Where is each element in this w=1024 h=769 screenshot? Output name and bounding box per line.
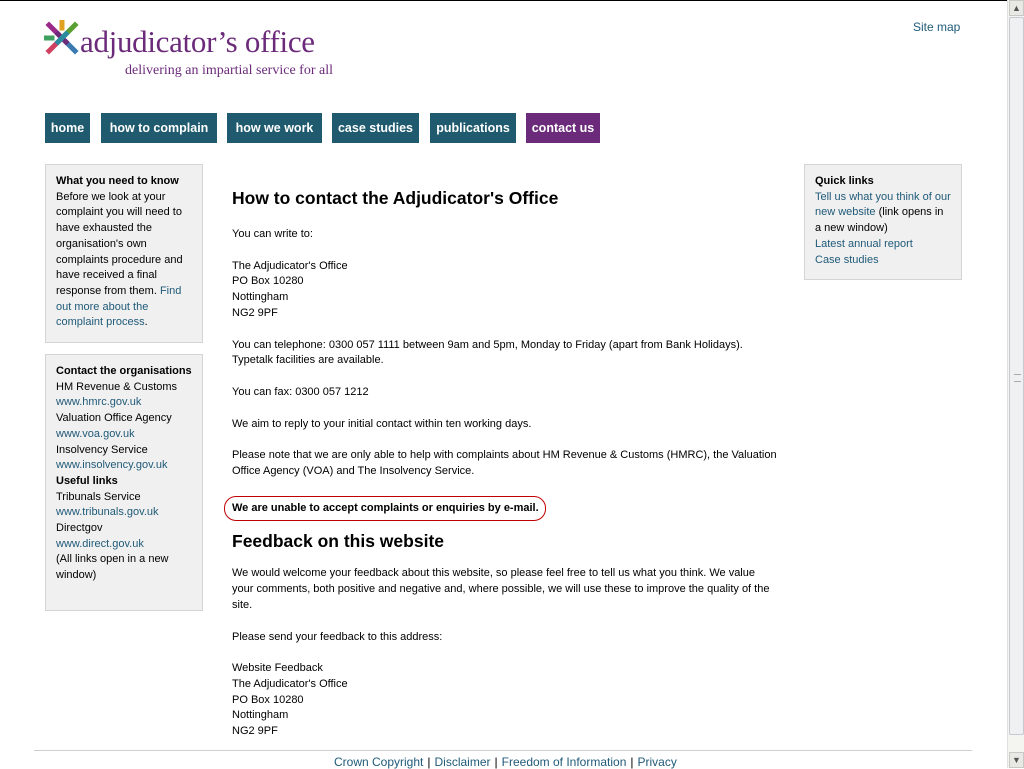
email-notice: We are unable to accept complaints or en…: [224, 495, 546, 522]
logo-mark-icon: [44, 20, 79, 55]
foi-link[interactable]: Freedom of Information: [502, 755, 627, 769]
footer-divider: [34, 750, 972, 751]
quick-links-heading: Quick links: [815, 175, 874, 187]
footer-links: Crown Copyright | Disclaimer | Freedom of In…: [334, 755, 677, 769]
scroll-down-arrow-icon[interactable]: ▼: [1009, 752, 1024, 768]
privacy-link[interactable]: Privacy: [638, 755, 677, 769]
logo-title: adjudicator’s office: [80, 24, 315, 59]
voa-link[interactable]: www.voa.gov.uk: [56, 428, 135, 440]
insolvency-link[interactable]: www.insolvency.gov.uk: [56, 459, 167, 471]
nav-case-studies[interactable]: case studies: [332, 113, 419, 143]
hmrc-link[interactable]: www.hmrc.gov.uk: [56, 396, 141, 408]
scope-note: Please note that we are only able to hel…: [232, 449, 777, 478]
feedback-text: We would welcome your feedback about thi…: [232, 567, 770, 611]
tribunals-link[interactable]: www.tribunals.gov.uk: [56, 506, 159, 518]
site-map-link[interactable]: Site map: [913, 20, 960, 34]
case-studies-link[interactable]: Case studies: [815, 254, 879, 266]
feedback-title: Feedback on this website: [232, 531, 444, 552]
org-name: Valuation Office Agency: [56, 412, 172, 425]
telephone-info: You can telephone: 0300 057 1111 between…: [232, 338, 743, 367]
nav-home[interactable]: home: [45, 113, 90, 143]
main-content: How to contact the Adjudicator's Office …: [224, 186, 777, 756]
feedback-send: Please send your feedback to this addres…: [232, 630, 443, 643]
useful-name: Directgov: [56, 522, 103, 535]
nav-how-to-complain[interactable]: how to complain: [101, 113, 217, 143]
logo-tagline: delivering an impartial service for all: [125, 63, 333, 78]
nav-publications[interactable]: publications: [430, 113, 516, 143]
disclaimer-link[interactable]: Disclaimer: [435, 755, 491, 769]
page-title: How to contact the Adjudicator's Office: [232, 188, 559, 208]
postal-address: The Adjudicator's Office PO Box 10280 No…: [232, 259, 348, 319]
fax-info: You can fax: 0300 057 1212: [232, 385, 369, 398]
links-note: (All links open in a new window): [56, 553, 169, 582]
what-you-need-text: Before we look at your complaint you wil…: [56, 190, 183, 297]
useful-name: Tribunals Service: [56, 490, 141, 503]
org-name: HM Revenue & Customs: [56, 380, 178, 393]
nav-contact-us[interactable]: contact us: [526, 113, 600, 143]
contact-organisations-box: Contact the organisations HM Revenue & C…: [45, 354, 203, 611]
useful-links-heading: Useful links: [56, 474, 118, 487]
reply-info: We aim to reply to your initial contact …: [232, 417, 532, 430]
quick-links-box: Quick links Tell us what you think of ou…: [804, 164, 962, 280]
what-you-need-heading: What you need to know: [56, 175, 179, 187]
feedback-address: Website Feedback The Adjudicator's Offic…: [232, 662, 348, 738]
write-intro: You can write to:: [232, 228, 313, 240]
top-border: [0, 0, 1008, 1]
org-name: Insolvency Service: [56, 443, 148, 456]
what-you-need-box: What you need to know Before we look at …: [45, 164, 203, 343]
annual-report-link[interactable]: Latest annual report: [815, 238, 913, 250]
nav-how-we-work[interactable]: how we work: [227, 113, 322, 143]
period: .: [144, 316, 148, 329]
scroll-up-arrow-icon[interactable]: ▲: [1009, 0, 1024, 16]
directgov-link[interactable]: www.direct.gov.uk: [56, 538, 144, 550]
scrollbar-thumb[interactable]: [1009, 17, 1024, 735]
vertical-scrollbar[interactable]: ▲ ▼: [1007, 0, 1024, 768]
crown-copyright-link[interactable]: Crown Copyright: [334, 755, 423, 769]
site-logo[interactable]: adjudicator’s office delivering an impar…: [44, 18, 364, 88]
contact-orgs-heading: Contact the organisations: [56, 365, 192, 377]
